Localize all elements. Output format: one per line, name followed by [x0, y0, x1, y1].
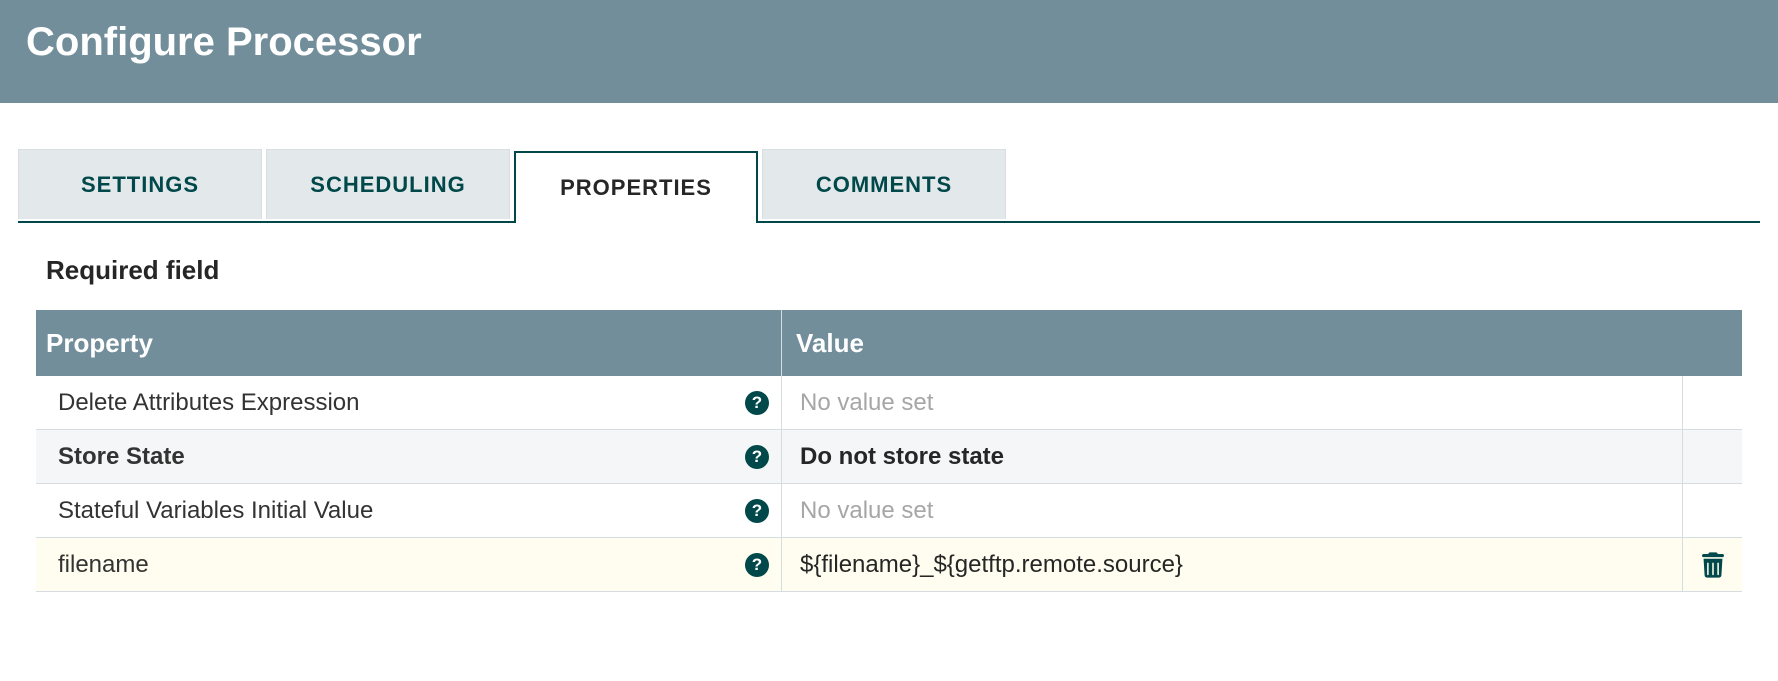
tab-label: SETTINGS — [81, 172, 199, 198]
value-cell[interactable]: ${filename}_${getftp.remote.source} — [782, 538, 1682, 591]
tab-label: PROPERTIES — [560, 175, 712, 201]
table-row[interactable]: Delete Attributes Expression ? No value … — [36, 376, 1742, 430]
help-icon[interactable]: ? — [745, 391, 769, 415]
property-value: No value set — [800, 389, 933, 417]
tabs: SETTINGS SCHEDULING PROPERTIES COMMENTS — [18, 149, 1760, 223]
property-value: ${filename}_${getftp.remote.source} — [800, 551, 1183, 579]
table-row[interactable]: filename ? ${filename}_${getftp.remote.s… — [36, 538, 1742, 592]
property-value: Do not store state — [800, 443, 1004, 471]
property-cell: Store State ? — [36, 430, 782, 483]
table-header: Property Value — [36, 310, 1742, 376]
property-name: Stateful Variables Initial Value — [58, 497, 373, 525]
properties-table: Property Value Delete Attributes Express… — [36, 310, 1742, 592]
property-name: Store State — [58, 443, 185, 471]
dialog-title: Configure Processor — [26, 20, 1752, 65]
required-field-label: Required field — [46, 255, 1760, 286]
tab-settings[interactable]: SETTINGS — [18, 149, 262, 219]
help-icon[interactable]: ? — [745, 445, 769, 469]
trash-icon[interactable] — [1702, 552, 1724, 578]
property-value: No value set — [800, 497, 933, 525]
action-cell — [1682, 430, 1742, 483]
property-name: filename — [58, 551, 149, 579]
property-name: Delete Attributes Expression — [58, 389, 360, 417]
action-cell — [1682, 538, 1742, 591]
property-cell: Delete Attributes Expression ? — [36, 376, 782, 429]
tab-properties[interactable]: PROPERTIES — [514, 151, 758, 223]
help-icon[interactable]: ? — [745, 499, 769, 523]
tab-comments[interactable]: COMMENTS — [762, 149, 1006, 219]
value-cell[interactable]: No value set — [782, 484, 1682, 537]
tab-scheduling[interactable]: SCHEDULING — [266, 149, 510, 219]
action-cell — [1682, 376, 1742, 429]
table-header-property: Property — [36, 310, 782, 376]
tab-label: SCHEDULING — [310, 172, 465, 198]
value-cell[interactable]: Do not store state — [782, 430, 1682, 483]
dialog-header: Configure Processor — [0, 0, 1778, 103]
property-cell: Stateful Variables Initial Value ? — [36, 484, 782, 537]
table-row[interactable]: Stateful Variables Initial Value ? No va… — [36, 484, 1742, 538]
action-cell — [1682, 484, 1742, 537]
value-cell[interactable]: No value set — [782, 376, 1682, 429]
property-cell: filename ? — [36, 538, 782, 591]
tab-label: COMMENTS — [816, 172, 952, 198]
table-row[interactable]: Store State ? Do not store state — [36, 430, 1742, 484]
table-header-value: Value — [782, 310, 1742, 376]
tab-area: SETTINGS SCHEDULING PROPERTIES COMMENTS … — [0, 103, 1778, 592]
help-icon[interactable]: ? — [745, 553, 769, 577]
